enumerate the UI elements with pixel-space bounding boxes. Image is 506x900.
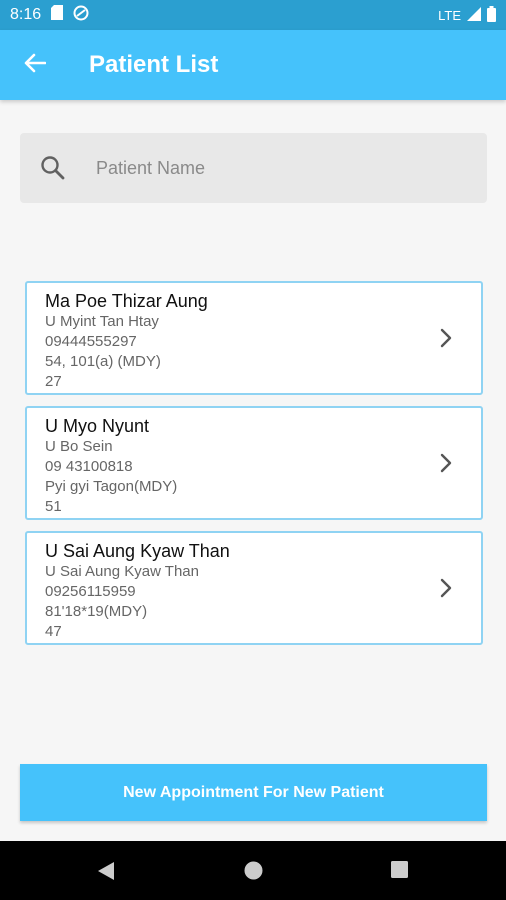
chevron-right-icon [439, 452, 453, 474]
nav-back-icon[interactable] [96, 861, 116, 886]
search-icon [40, 155, 66, 181]
page-title: Patient List [89, 51, 219, 78]
system-nav-bar [0, 841, 506, 900]
patient-name: U Sai Aung Kyaw Than [45, 541, 230, 561]
patient-address: 54, 101(a) (MDY) [45, 353, 161, 370]
patient-guardian: U Bo Sein [45, 438, 113, 455]
patient-card[interactable]: Ma Poe Thizar Aung U Myint Tan Htay 0944… [25, 281, 483, 395]
sim-card-icon [51, 5, 64, 25]
app-bar: Patient List [0, 30, 506, 100]
patient-list: Ma Poe Thizar Aung U Myint Tan Htay 0944… [25, 281, 483, 656]
search-bar[interactable] [20, 133, 487, 203]
patient-age: 27 [45, 373, 62, 390]
back-button[interactable] [15, 45, 55, 85]
status-time: 8:16 [10, 6, 42, 23]
arrow-left-icon [24, 53, 47, 78]
patient-name-search-input[interactable] [94, 156, 478, 180]
patient-phone: 09 43100818 [45, 458, 133, 475]
patient-phone: 09444555297 [45, 333, 137, 350]
battery-icon [487, 5, 496, 25]
patient-age: 47 [45, 623, 62, 640]
signal-icon [467, 6, 481, 24]
new-appointment-button[interactable]: New Appointment For New Patient [20, 764, 487, 821]
patient-age: 51 [45, 498, 62, 515]
chevron-right-icon [439, 327, 453, 349]
do-not-disturb-icon [73, 5, 89, 26]
nav-home-icon[interactable] [244, 861, 263, 885]
patient-card[interactable]: U Myo Nyunt U Bo Sein 09 43100818 Pyi gy… [25, 406, 483, 520]
nav-recents-icon[interactable] [391, 861, 408, 883]
patient-card[interactable]: U Sai Aung Kyaw Than U Sai Aung Kyaw Tha… [25, 531, 483, 645]
patient-address: 81'18*19(MDY) [45, 603, 148, 620]
patient-guardian: U Myint Tan Htay [45, 313, 159, 330]
network-type: LTE [438, 7, 461, 23]
chevron-right-icon [439, 577, 453, 599]
patient-guardian: U Sai Aung Kyaw Than [45, 563, 199, 580]
patient-name: U Myo Nyunt [45, 416, 150, 436]
status-bar: 8:16 LTE [0, 0, 506, 30]
patient-address: Pyi gyi Tagon(MDY) [45, 478, 178, 495]
patient-phone: 09256115959 [45, 583, 136, 600]
patient-name: Ma Poe Thizar Aung [45, 291, 208, 311]
